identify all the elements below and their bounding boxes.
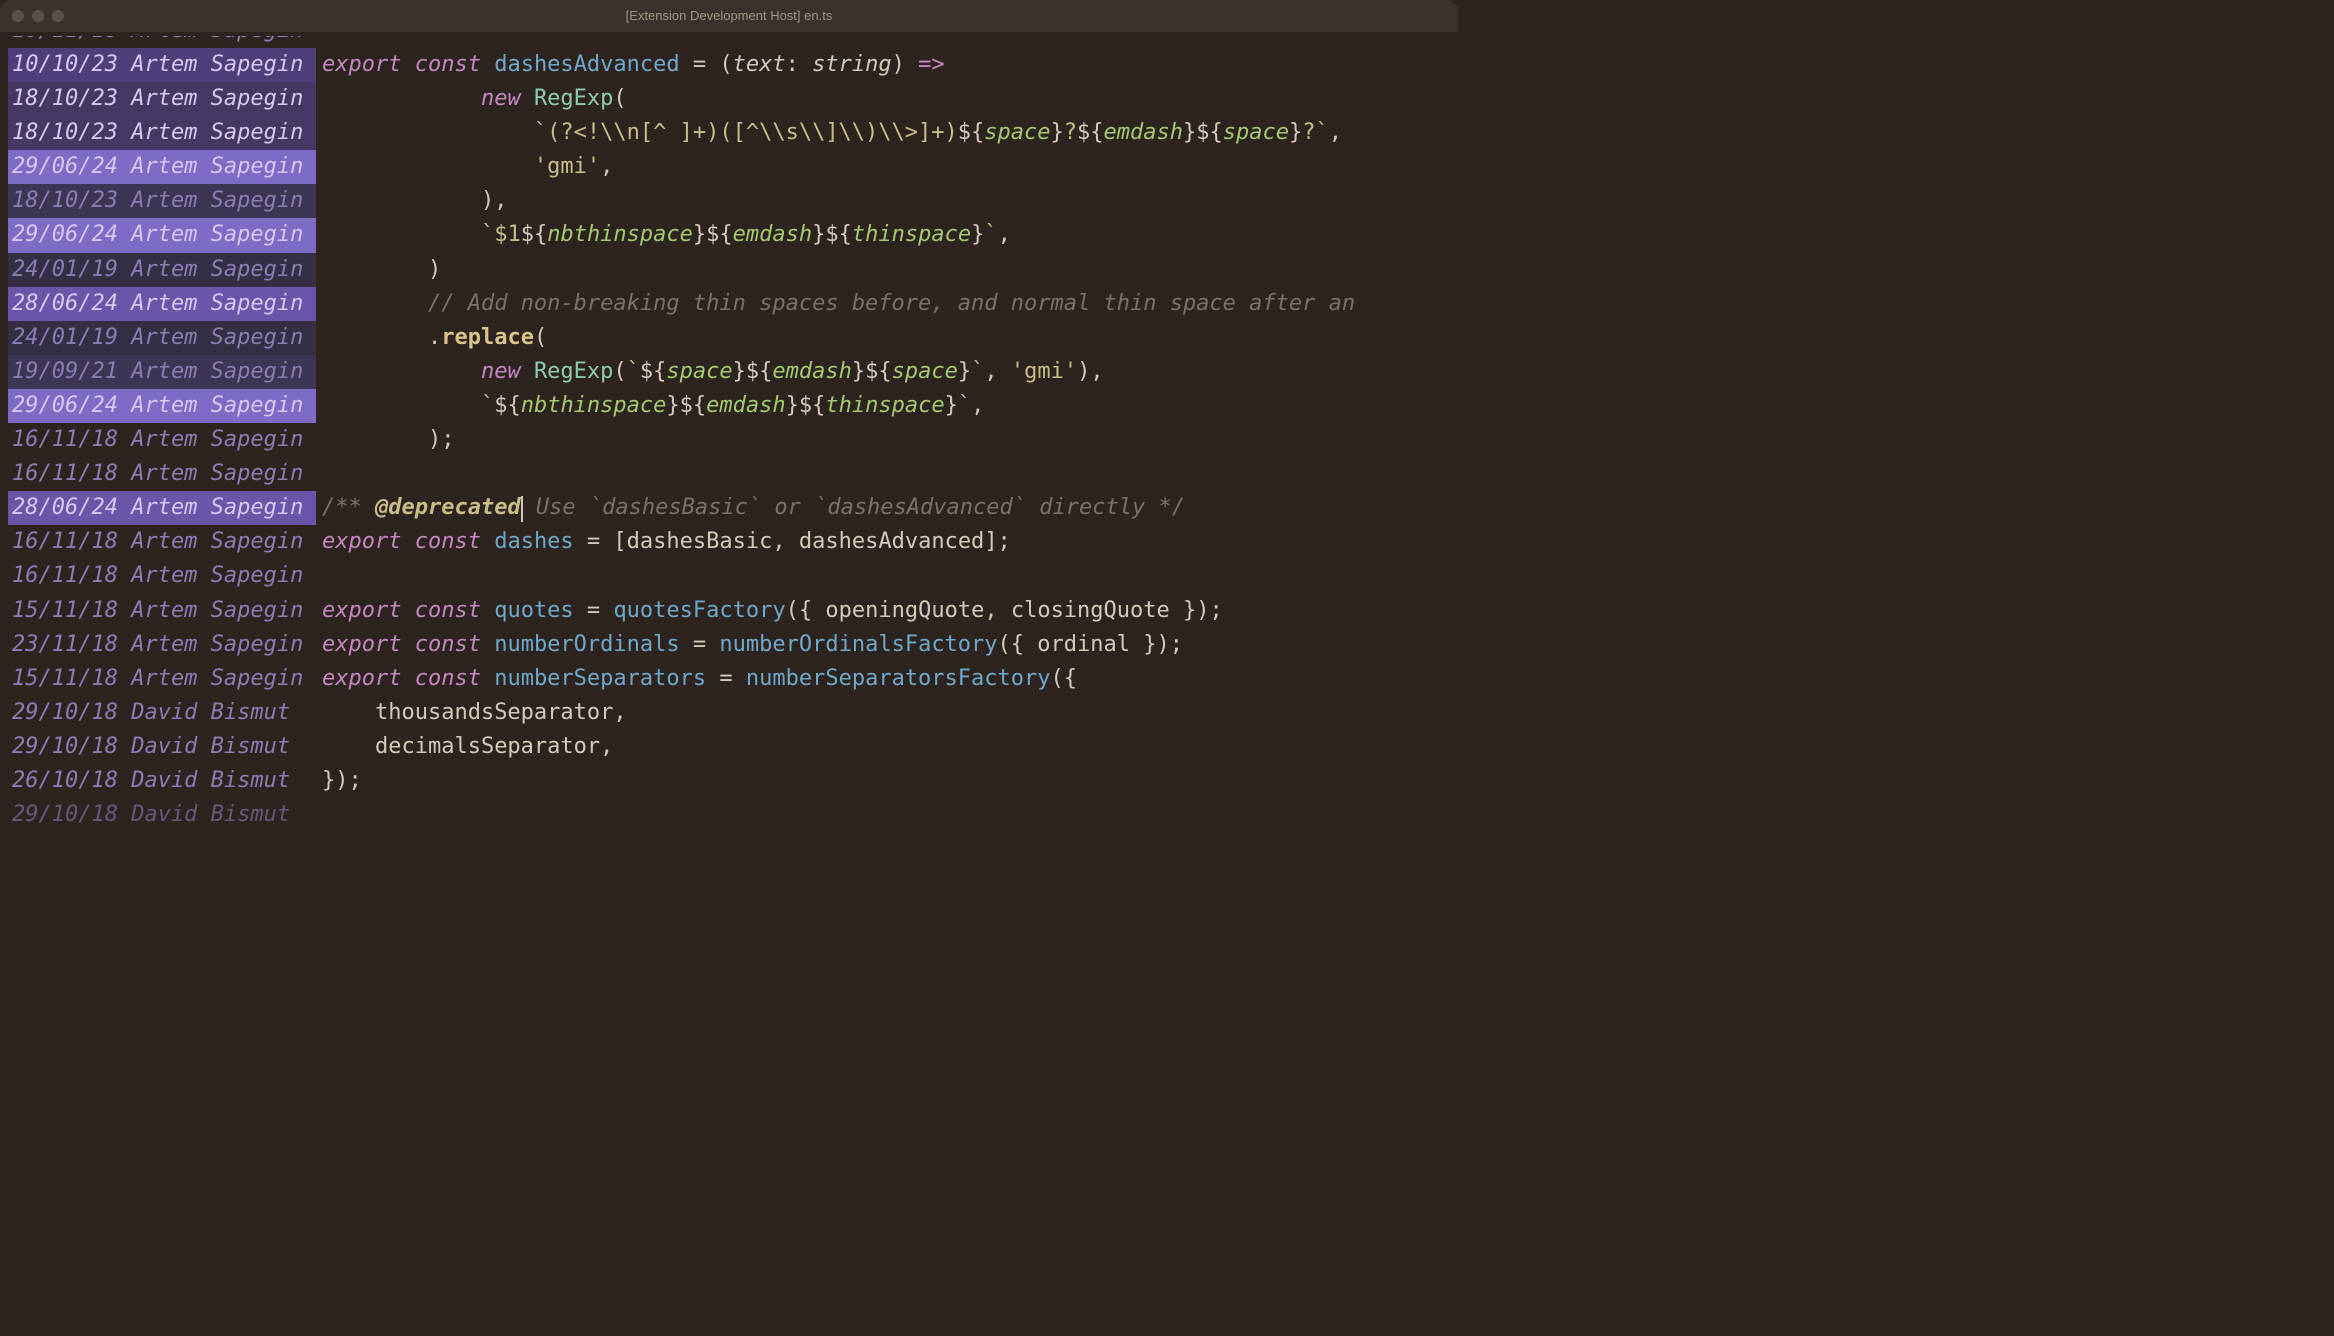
blame-annotation[interactable]: 16/11/18 Artem Sapegin <box>8 525 316 559</box>
code-line[interactable]: 28/06/24 Artem Sapegin // Add non-breaki… <box>8 287 1450 321</box>
blame-annotation[interactable]: 29/10/18 David Bismut <box>8 730 316 764</box>
code-line[interactable]: 23/11/18 Artem Sapeginexport const numbe… <box>8 628 1450 662</box>
code-content[interactable]: }); <box>316 764 1450 798</box>
code-line[interactable]: 24/01/19 Artem Sapegin .replace( <box>8 321 1450 355</box>
blame-annotation[interactable]: 26/10/18 David Bismut <box>8 764 316 798</box>
blame-annotation[interactable]: 24/01/19 Artem Sapegin <box>8 253 316 287</box>
code-line[interactable]: 26/10/18 David Bismut}); <box>8 764 1450 798</box>
code-line[interactable]: 16/11/18 Artem Sapegin ); <box>8 423 1450 457</box>
blame-annotation[interactable]: 29/06/24 Artem Sapegin <box>8 150 316 184</box>
code-content[interactable] <box>316 457 1450 491</box>
blame-annotation[interactable]: 16/11/18 Artem Sapegin <box>8 457 316 491</box>
code-content[interactable] <box>316 559 1450 593</box>
blame-annotation[interactable]: 10/10/23 Artem Sapegin <box>8 48 316 82</box>
code-content[interactable]: `(?<!\\n[^ ]+)([^\\s\\]\\)\\>]+)${space}… <box>316 116 1450 150</box>
blame-annotation[interactable]: 24/01/19 Artem Sapegin <box>8 321 316 355</box>
maximize-button[interactable] <box>52 10 64 22</box>
code-content[interactable]: ) <box>316 253 1450 287</box>
code-line[interactable]: 16/11/18 Artem Sapegin <box>8 457 1450 491</box>
code-content[interactable]: new RegExp( <box>316 82 1450 116</box>
code-content[interactable]: 'gmi', <box>316 150 1450 184</box>
minimize-button[interactable] <box>32 10 44 22</box>
code-line[interactable]: 18/10/23 Artem Sapegin ), <box>8 184 1450 218</box>
blame-annotation[interactable]: 29/10/18 David Bismut <box>8 696 316 730</box>
traffic-lights <box>12 10 64 22</box>
editor[interactable]: 10/11/18 Artem Sapegin 10/10/23 Artem Sa… <box>0 32 1458 834</box>
code-line[interactable]: 10/10/23 Artem Sapeginexport const dashe… <box>8 48 1450 82</box>
code-line[interactable]: 29/10/18 David Bismut <box>8 798 1450 832</box>
code-content[interactable] <box>316 798 1450 832</box>
code-line[interactable]: 15/11/18 Artem Sapeginexport const quote… <box>8 594 1450 628</box>
code-line[interactable]: 16/11/18 Artem Sapeginexport const dashe… <box>8 525 1450 559</box>
blame-annotation[interactable]: 19/09/21 Artem Sapegin <box>8 355 316 389</box>
blame-annotation[interactable]: 16/11/18 Artem Sapegin <box>8 559 316 593</box>
blame-annotation[interactable]: 18/10/23 Artem Sapegin <box>8 82 316 116</box>
window-title: [Extension Development Host] en.ts <box>626 6 833 26</box>
code-line[interactable]: 15/11/18 Artem Sapeginexport const numbe… <box>8 662 1450 696</box>
code-content[interactable]: export const numberOrdinals = numberOrdi… <box>316 628 1450 662</box>
code-line[interactable]: 29/10/18 David Bismut thousandsSeparator… <box>8 696 1450 730</box>
code-content[interactable]: `$1${nbthinspace}${emdash}${thinspace}`, <box>316 218 1450 252</box>
code-line[interactable]: 16/11/18 Artem Sapegin <box>8 559 1450 593</box>
code-content[interactable]: export const quotes = quotesFactory({ op… <box>316 594 1450 628</box>
blame-annotation[interactable]: 16/11/18 Artem Sapegin <box>8 423 316 457</box>
clipped-line: 10/11/18 Artem Sapegin <box>8 36 1450 48</box>
code-line[interactable]: 24/01/19 Artem Sapegin ) <box>8 253 1450 287</box>
code-line[interactable]: 29/10/18 David Bismut decimalsSeparator, <box>8 730 1450 764</box>
code-content[interactable]: export const numberSeparators = numberSe… <box>316 662 1450 696</box>
code-content[interactable]: export const dashes = [dashesBasic, dash… <box>316 525 1450 559</box>
code-content[interactable]: export const dashesAdvanced = (text: str… <box>316 48 1450 82</box>
code-line[interactable]: 18/10/23 Artem Sapegin new RegExp( <box>8 82 1450 116</box>
blame-annotation[interactable]: 15/11/18 Artem Sapegin <box>8 594 316 628</box>
code-line[interactable]: 29/06/24 Artem Sapegin `$1${nbthinspace}… <box>8 218 1450 252</box>
blame-annotation[interactable]: 23/11/18 Artem Sapegin <box>8 628 316 662</box>
blame-annotation[interactable]: 15/11/18 Artem Sapegin <box>8 662 316 696</box>
code-content[interactable]: /** @deprecated Use `dashesBasic` or `da… <box>316 491 1450 525</box>
blame-annotation[interactable]: 29/06/24 Artem Sapegin <box>8 218 316 252</box>
code-line[interactable]: 29/06/24 Artem Sapegin `${nbthinspace}${… <box>8 389 1450 423</box>
code-content[interactable]: thousandsSeparator, <box>316 696 1450 730</box>
close-button[interactable] <box>12 10 24 22</box>
code-content[interactable]: .replace( <box>316 321 1450 355</box>
blame-annotation: 10/11/18 Artem Sapegin <box>8 36 316 48</box>
code-line[interactable]: 18/10/23 Artem Sapegin `(?<!\\n[^ ]+)([^… <box>8 116 1450 150</box>
blame-annotation[interactable]: 18/10/23 Artem Sapegin <box>8 116 316 150</box>
code-content[interactable]: ), <box>316 184 1450 218</box>
code-line[interactable]: 28/06/24 Artem Sapegin/** @deprecated Us… <box>8 491 1450 525</box>
code-content[interactable]: ); <box>316 423 1450 457</box>
code-line[interactable]: 19/09/21 Artem Sapegin new RegExp(`${spa… <box>8 355 1450 389</box>
blame-annotation[interactable]: 28/06/24 Artem Sapegin <box>8 491 316 525</box>
code-line[interactable]: 29/06/24 Artem Sapegin 'gmi', <box>8 150 1450 184</box>
code-content[interactable]: `${nbthinspace}${emdash}${thinspace}`, <box>316 389 1450 423</box>
code-content[interactable]: new RegExp(`${space}${emdash}${space}`, … <box>316 355 1450 389</box>
blame-annotation[interactable]: 18/10/23 Artem Sapegin <box>8 184 316 218</box>
code-content[interactable]: // Add non-breaking thin spaces before, … <box>316 287 1450 321</box>
blame-annotation[interactable]: 29/10/18 David Bismut <box>8 798 316 832</box>
blame-annotation[interactable]: 28/06/24 Artem Sapegin <box>8 287 316 321</box>
titlebar: [Extension Development Host] en.ts <box>0 0 1458 32</box>
code-content[interactable]: decimalsSeparator, <box>316 730 1450 764</box>
blame-annotation[interactable]: 29/06/24 Artem Sapegin <box>8 389 316 423</box>
